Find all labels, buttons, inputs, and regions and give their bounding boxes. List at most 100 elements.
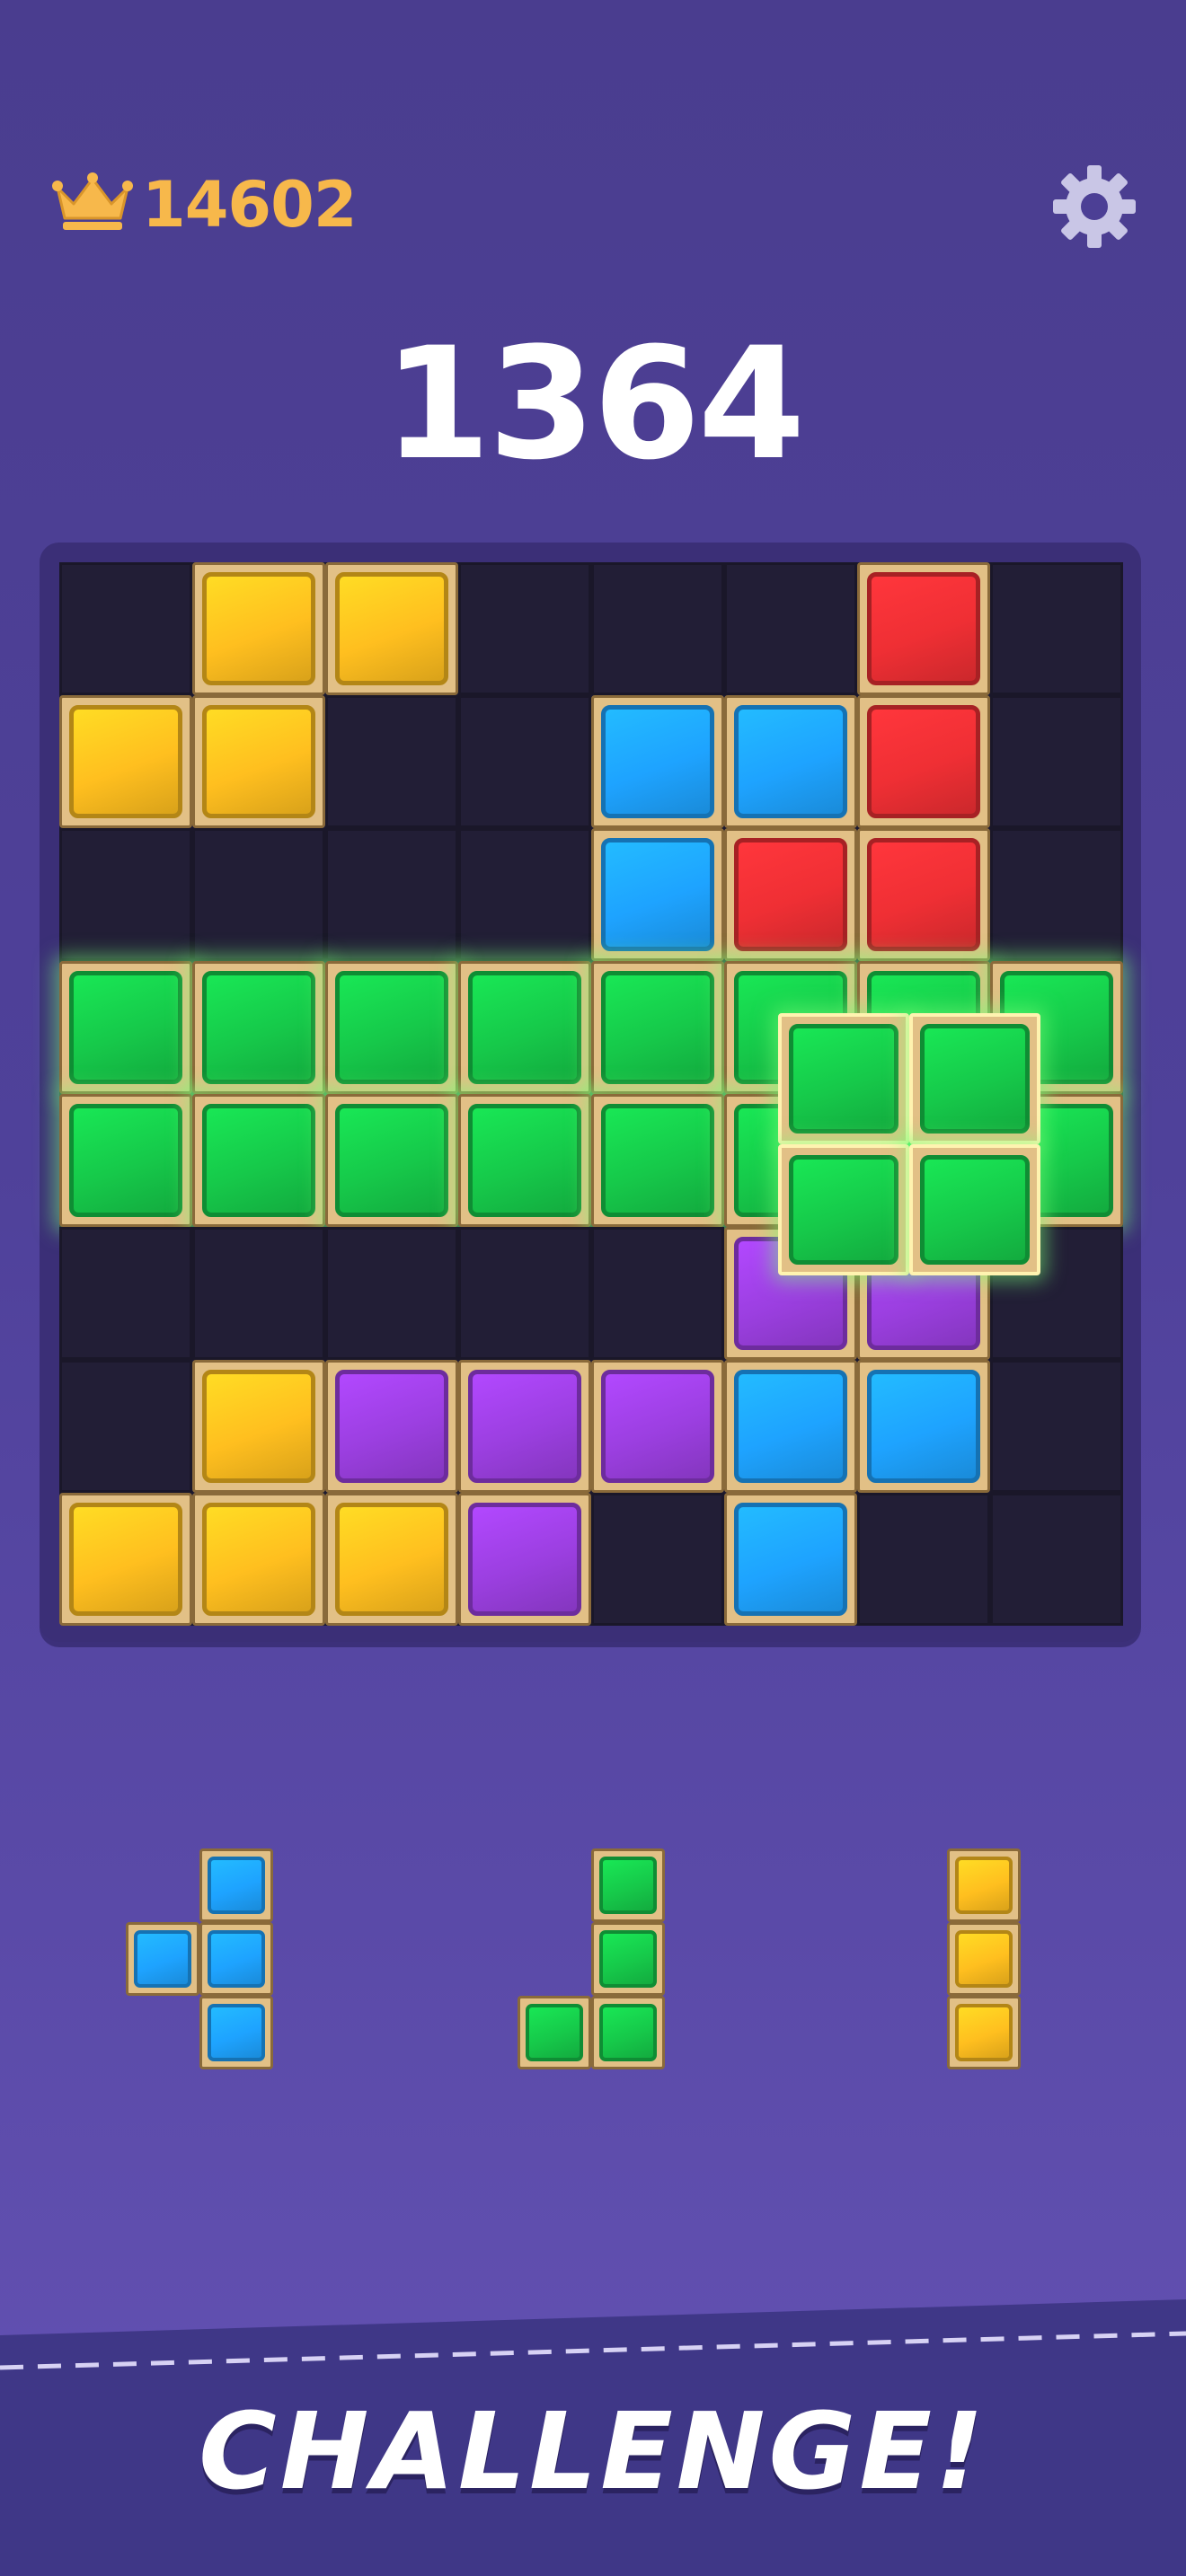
board-cell-empty[interactable] [990, 1360, 1123, 1493]
board-block-blue [591, 828, 724, 961]
board-cell-empty[interactable] [59, 1227, 192, 1360]
board-cell-empty[interactable] [857, 1493, 990, 1626]
board-cell-empty[interactable] [458, 562, 591, 695]
current-score: 1364 [383, 313, 806, 494]
gem-face [202, 1503, 315, 1616]
gem-face [734, 1503, 847, 1616]
gem-face [526, 2004, 583, 2061]
tray-block-green[interactable] [518, 1996, 591, 2069]
board-cell-empty[interactable] [59, 1360, 192, 1493]
gem-face [955, 1930, 1013, 1988]
board-block-red [857, 828, 990, 961]
board-block-blue [724, 1360, 857, 1493]
tray-block-green[interactable] [591, 1996, 665, 2069]
board-block-yellow [325, 1493, 458, 1626]
tray-block-green[interactable] [591, 1922, 665, 1996]
gem-face [335, 1503, 448, 1616]
gem-face [202, 705, 315, 818]
gem-face [789, 1024, 898, 1134]
gem-face [69, 1104, 182, 1217]
board-cell-empty[interactable] [458, 1227, 591, 1360]
board-cell-empty[interactable] [192, 828, 325, 961]
board-cell-empty[interactable] [192, 1227, 325, 1360]
board-cell-empty[interactable] [325, 828, 458, 961]
best-score: 14602 [52, 167, 358, 243]
gem-face [599, 1857, 657, 1914]
tray-block-blue[interactable] [126, 1922, 199, 1996]
tray-block-green[interactable] [591, 1848, 665, 1922]
board-block-green [458, 961, 591, 1094]
board-block-yellow [59, 1493, 192, 1626]
gem-face [202, 572, 315, 685]
board-block-blue [857, 1360, 990, 1493]
board-cell-empty[interactable] [591, 562, 724, 695]
board-cell-empty[interactable] [990, 695, 1123, 828]
gem-face [468, 1104, 581, 1217]
tray-block-blue[interactable] [199, 1996, 273, 2069]
board-cell-empty[interactable] [325, 1227, 458, 1360]
gem-face [867, 838, 980, 951]
board-block-purple [325, 1360, 458, 1493]
board-block-green [591, 961, 724, 1094]
gem-face [734, 1370, 847, 1483]
gem-face [69, 705, 182, 818]
board-block-blue [724, 1493, 857, 1626]
gem-face [335, 1370, 448, 1483]
settings-button[interactable] [1049, 162, 1139, 251]
gem-face [202, 1104, 315, 1217]
gem-face [335, 971, 448, 1084]
board-block-yellow [192, 695, 325, 828]
tray-block-yellow[interactable] [947, 1922, 1021, 1996]
gem-face [208, 1930, 265, 1988]
tray-block-yellow[interactable] [947, 1996, 1021, 2069]
board-cell-empty[interactable] [458, 695, 591, 828]
board-block-red [857, 562, 990, 695]
tray-block-blue[interactable] [199, 1922, 273, 1996]
board-cell-empty[interactable] [990, 828, 1123, 961]
gem-face [468, 1503, 581, 1616]
gem-face [601, 1370, 714, 1483]
dragged-block-green [909, 1013, 1040, 1144]
board-cell-empty[interactable] [724, 562, 857, 695]
gem-face [202, 1370, 315, 1483]
board-cell-empty[interactable] [591, 1227, 724, 1360]
board-block-yellow [59, 695, 192, 828]
board-cell-empty[interactable] [325, 695, 458, 828]
board-block-green [458, 1094, 591, 1227]
gem-face [867, 572, 980, 685]
board-block-yellow [192, 562, 325, 695]
gem-face [335, 1104, 448, 1217]
gem-face [601, 1104, 714, 1217]
tray-block-yellow[interactable] [947, 1848, 1021, 1922]
gem-face [734, 838, 847, 951]
board-block-green [59, 1094, 192, 1227]
board-cell-empty[interactable] [591, 1493, 724, 1626]
best-score-value: 14602 [142, 168, 358, 242]
gem-face [601, 705, 714, 818]
board-block-blue [724, 695, 857, 828]
dragged-block-green [778, 1013, 909, 1144]
board-block-green [192, 1094, 325, 1227]
board-cell-empty[interactable] [59, 562, 192, 695]
board-block-yellow [192, 1493, 325, 1626]
gear-icon [1049, 165, 1139, 255]
gem-face [69, 1503, 182, 1616]
gem-face [920, 1024, 1030, 1134]
board-cell-empty[interactable] [59, 828, 192, 961]
board-cell-empty[interactable] [990, 562, 1123, 695]
gem-face [208, 2004, 265, 2061]
gem-face [599, 1930, 657, 1988]
gem-face [955, 1857, 1013, 1914]
board-block-purple [458, 1493, 591, 1626]
gem-face [468, 971, 581, 1084]
board-cell-empty[interactable] [990, 1493, 1123, 1626]
board-block-purple [591, 1360, 724, 1493]
gem-face [335, 572, 448, 685]
board-cell-empty[interactable] [458, 828, 591, 961]
board-block-red [724, 828, 857, 961]
gem-face [134, 1930, 191, 1988]
gem-face [955, 2004, 1013, 2061]
board-block-purple [458, 1360, 591, 1493]
tray-block-blue[interactable] [199, 1848, 273, 1922]
board-block-red [857, 695, 990, 828]
